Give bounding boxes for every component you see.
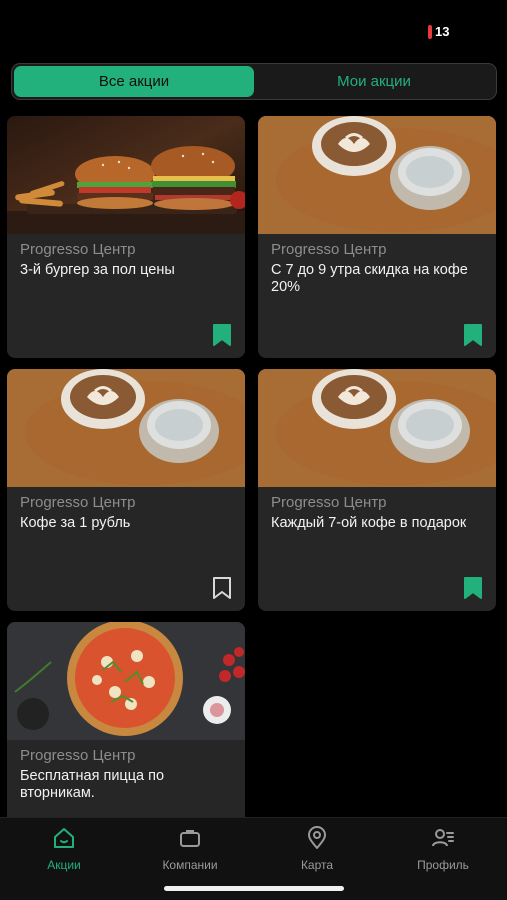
promo-title: Бесплатная пицца по вторникам. [20,768,165,801]
tab-map[interactable]: Карта [262,826,372,872]
tab-my-promos[interactable]: Мои акции [254,66,494,97]
promo-venue: Progresso Центр [20,747,136,764]
promo-image-pizza [7,622,245,740]
promo-venue: Progresso Центр [20,494,136,511]
bookmark-filled-icon[interactable] [463,323,483,347]
promo-image-coffee [7,369,245,487]
battery-level: 13 [435,24,450,39]
promo-filter-segment: Все акции Мои акции [11,63,497,100]
briefcase-icon [180,830,200,847]
home-indicator[interactable] [164,886,344,891]
promo-image-coffee [258,369,496,487]
battery-indicator: 13 [428,24,449,39]
bookmark-filled-icon[interactable] [463,576,483,600]
promo-card[interactable]: Progresso Центр С 7 до 9 утра скидка на … [258,116,496,358]
promo-card[interactable]: Progresso Центр Кофе за 1 рубль [7,369,245,611]
tab-profile[interactable]: Профиль [388,826,498,872]
tab-label: Акции [47,858,81,872]
promo-venue: Progresso Центр [20,241,136,258]
bookmark-outline-icon[interactable] [212,576,232,600]
status-bar: 13 [0,0,507,60]
tab-label: Профиль [417,858,469,872]
bookmark-filled-icon[interactable] [212,323,232,347]
tab-label: Карта [300,858,334,872]
battery-icon [428,24,432,39]
promo-title: Каждый 7-ой кофе в подарок [271,515,467,531]
promo-title: 3-й бургер за пол цены [20,262,175,278]
map-pin-icon [308,826,326,849]
promo-title: Кофе за 1 рубль [20,515,131,531]
tab-promos[interactable]: Акции [9,826,119,872]
tab-all-promos[interactable]: Все акции [14,66,254,97]
promo-card[interactable]: Progresso Центр 3-й бургер за пол цены [7,116,245,358]
promo-card[interactable]: Progresso Центр Каждый 7-ой кофе в подар… [258,369,496,611]
home-icon [54,828,74,848]
tab-companies[interactable]: Компании [135,826,245,872]
tab-label: Компании [162,858,218,872]
promo-title: С 7 до 9 утра скидка на кофе 20% [271,262,468,295]
promo-venue: Progresso Центр [271,494,387,511]
promo-venue: Progresso Центр [271,241,387,258]
promo-image-coffee [258,116,496,234]
promo-image-burgers [7,116,245,234]
profile-icon [432,829,454,847]
